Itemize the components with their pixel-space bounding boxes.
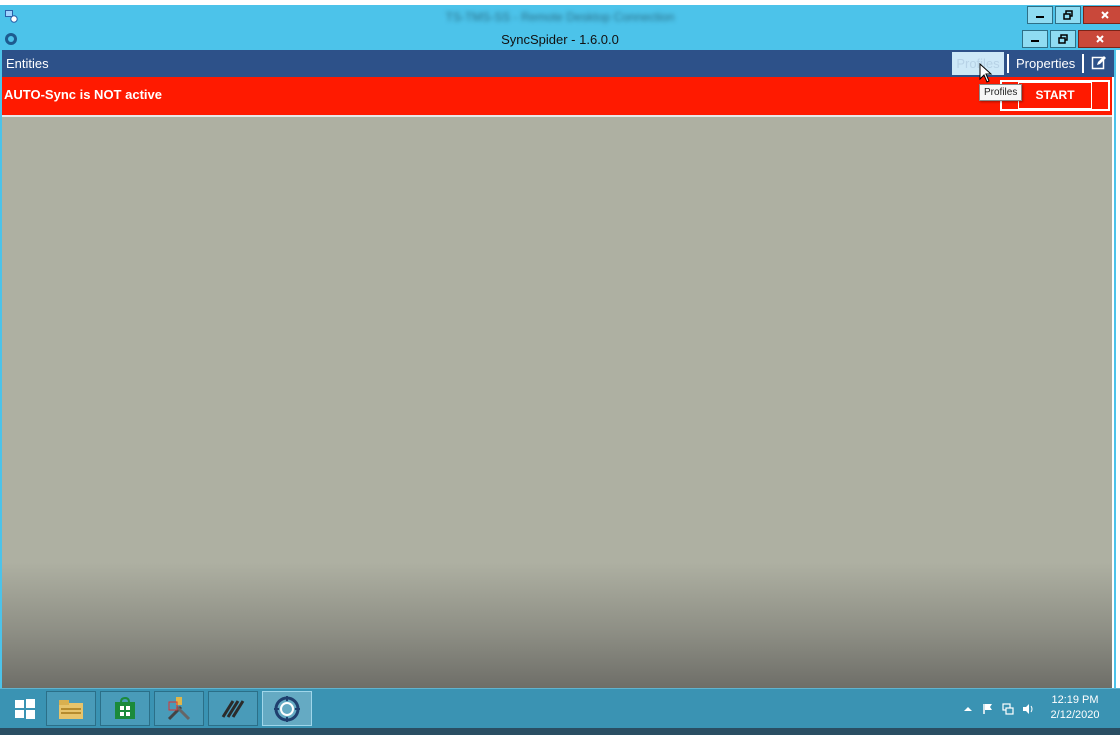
autosync-status-text: AUTO-Sync is NOT active (4, 87, 162, 102)
menu-profiles[interactable]: Profiles (952, 52, 1004, 75)
taskbar-syncspider[interactable] (262, 691, 312, 726)
mouse-cursor-icon (979, 63, 993, 83)
rdp-restore-button[interactable] (1055, 6, 1081, 24)
close-icon (1096, 35, 1104, 43)
rdp-titlebar[interactable]: TS-TMS-SS - Remote Desktop Connection (0, 5, 1120, 29)
sync-app-icon (221, 699, 245, 718)
system-tray (962, 703, 1034, 715)
taskbar-file-explorer[interactable] (46, 691, 96, 726)
app-restore-button[interactable] (1050, 30, 1076, 48)
syncspider-icon (274, 695, 300, 722)
taskbar-clock[interactable]: 12:19 PM 2/12/2020 (1040, 693, 1110, 723)
windows-start-icon (15, 698, 35, 719)
restore-icon (1058, 34, 1068, 44)
minimize-icon (1036, 16, 1044, 18)
app-titlebar[interactable]: SyncSpider - 1.6.0.0 (0, 29, 1120, 50)
menubar: Entities Profiles Properties (2, 50, 1114, 77)
taskbar: 12:19 PM 2/12/2020 (0, 688, 1120, 729)
rdp-minimize-button[interactable] (1027, 6, 1053, 24)
app-window-controls (1022, 30, 1120, 48)
app-close-button[interactable] (1078, 30, 1120, 48)
menu-properties[interactable]: Properties (1016, 56, 1075, 71)
minimize-icon (1031, 40, 1039, 42)
taskbar-sync-app[interactable] (208, 691, 258, 726)
profiles-tooltip: Profiles (979, 84, 1023, 101)
app-window-title: SyncSpider - 1.6.0.0 (501, 32, 619, 47)
server-tools-icon (167, 696, 191, 720)
menu-entities[interactable]: Entities (6, 56, 49, 71)
rdp-close-button[interactable] (1083, 6, 1120, 24)
rdp-window-title: TS-TMS-SS - Remote Desktop Connection (445, 10, 675, 24)
start-button-label: START (1018, 82, 1092, 109)
taskbar-start-button[interactable] (0, 691, 50, 726)
clock-time: 12:19 PM (1051, 694, 1099, 706)
file-explorer-icon (59, 699, 83, 719)
taskbar-store[interactable] (100, 691, 150, 726)
menu-divider (1082, 54, 1084, 73)
menu-divider (1007, 54, 1009, 73)
main-content-area (2, 117, 1112, 688)
volume-icon[interactable] (1022, 703, 1034, 715)
flag-icon[interactable] (982, 703, 994, 715)
clock-date: 2/12/2020 (1050, 709, 1100, 721)
taskbar-server-tools[interactable] (154, 691, 204, 726)
host-taskbar-strip (0, 728, 1120, 735)
close-icon (1101, 11, 1109, 19)
restore-icon (1063, 10, 1073, 20)
edit-icon[interactable] (1091, 55, 1107, 71)
autosync-status-bar: AUTO-Sync is NOT active START (2, 77, 1112, 117)
store-icon (115, 696, 135, 719)
network-icon[interactable] (1002, 703, 1014, 715)
rdp-window-controls (1027, 6, 1120, 24)
app-minimize-button[interactable] (1022, 30, 1048, 48)
show-hidden-icons-icon[interactable] (962, 703, 974, 715)
